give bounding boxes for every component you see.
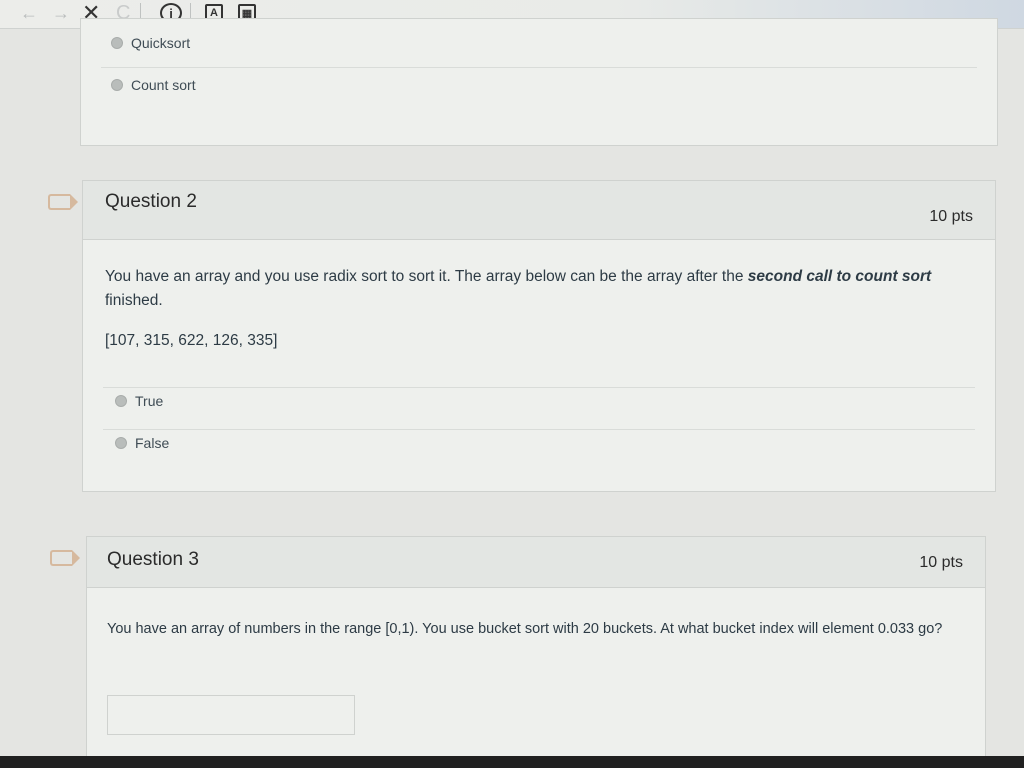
question3-header: Question 3 10 pts xyxy=(87,537,985,588)
flag-question-icon[interactable] xyxy=(50,550,80,566)
option-count-sort[interactable]: Count sort xyxy=(111,77,196,93)
question-points: 10 pts xyxy=(919,554,963,571)
question-points: 10 pts xyxy=(929,208,973,225)
question2-card: Question 2 10 pts You have an array and … xyxy=(82,180,996,492)
option-divider xyxy=(103,429,975,430)
radio-button[interactable] xyxy=(111,79,123,91)
radio-button[interactable] xyxy=(111,37,123,49)
answer-input[interactable] xyxy=(107,695,355,735)
question-text-part1: You have an array and you use radix sort… xyxy=(105,268,748,285)
forward-arrow-icon[interactable]: → xyxy=(52,2,70,24)
question-text-emphasis: second call to count sort xyxy=(747,268,932,285)
array-values: [107, 315, 622, 126, 335] xyxy=(105,332,278,349)
question-text-part2: finished. xyxy=(105,292,163,309)
question-title: Question 2 xyxy=(105,191,197,212)
question-title: Question 3 xyxy=(107,549,199,570)
radio-button[interactable] xyxy=(115,395,127,407)
option-true[interactable]: True xyxy=(115,393,163,409)
back-arrow-icon[interactable]: ← xyxy=(20,2,38,24)
option-label: False xyxy=(135,435,170,451)
option-quicksort[interactable]: Quicksort xyxy=(111,35,190,51)
flag-question-icon[interactable] xyxy=(48,194,78,210)
question1-card: Quicksort Count sort xyxy=(80,18,998,146)
radio-button[interactable] xyxy=(115,437,127,449)
question2-header: Question 2 10 pts xyxy=(83,181,995,240)
question-text: You have an array of numbers in the rang… xyxy=(107,621,943,637)
option-label: True xyxy=(135,393,164,409)
question3-card: Question 3 10 pts You have an array of n… xyxy=(86,536,986,768)
option-label: Count sort xyxy=(131,77,196,93)
screen-bezel xyxy=(0,756,1024,768)
option-divider xyxy=(101,67,977,68)
question-text: You have an array and you use radix sort… xyxy=(105,265,965,313)
option-false[interactable]: False xyxy=(115,435,169,451)
option-label: Quicksort xyxy=(131,35,191,51)
option-divider xyxy=(103,387,975,388)
